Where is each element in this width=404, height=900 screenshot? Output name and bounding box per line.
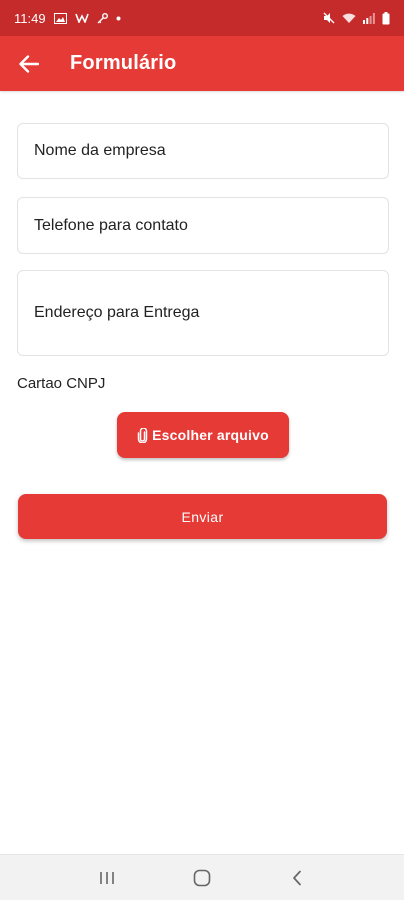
system-back-button[interactable] — [277, 858, 317, 898]
address-placeholder: Endereço para Entrega — [34, 304, 200, 321]
app-bar: Formulário — [0, 36, 404, 91]
wifi-icon — [342, 13, 356, 24]
back-button[interactable] — [16, 51, 42, 77]
mute-icon — [323, 12, 335, 24]
phone-field[interactable]: Telefone para contato — [17, 197, 389, 254]
status-right — [323, 11, 390, 25]
arrow-left-icon — [19, 54, 39, 73]
phone-placeholder: Telefone para contato — [34, 216, 188, 234]
battery-icon — [382, 11, 390, 25]
signal-icon — [363, 12, 375, 24]
submit-label: Enviar — [181, 508, 224, 525]
company-name-placeholder: Nome da empresa — [34, 142, 166, 159]
home-button[interactable] — [182, 858, 222, 898]
page-title: Formulário — [70, 52, 177, 74]
submit-button[interactable]: Enviar — [18, 494, 387, 539]
choose-file-button[interactable]: Escolher arquivo — [117, 412, 289, 458]
key-icon — [97, 12, 108, 24]
system-nav-bar — [0, 854, 404, 900]
company-name-field[interactable]: Nome da empresa — [17, 123, 389, 179]
status-time: 11:49 — [14, 10, 46, 26]
w-app-icon — [74, 13, 89, 23]
home-icon — [193, 869, 211, 887]
paperclip-icon — [137, 427, 148, 443]
address-field[interactable]: Endereço para Entrega — [17, 270, 389, 356]
recent-apps-icon — [99, 871, 115, 885]
image-icon — [53, 12, 67, 24]
choose-file-label: Escolher arquivo — [152, 427, 269, 443]
dot-icon — [116, 16, 121, 21]
status-bar: 11:49 — [0, 0, 404, 36]
back-icon — [292, 870, 302, 886]
recent-apps-button[interactable] — [87, 858, 127, 898]
cnpj-label: Cartao CNPJ — [17, 375, 106, 392]
status-left: 11:49 — [14, 11, 121, 26]
